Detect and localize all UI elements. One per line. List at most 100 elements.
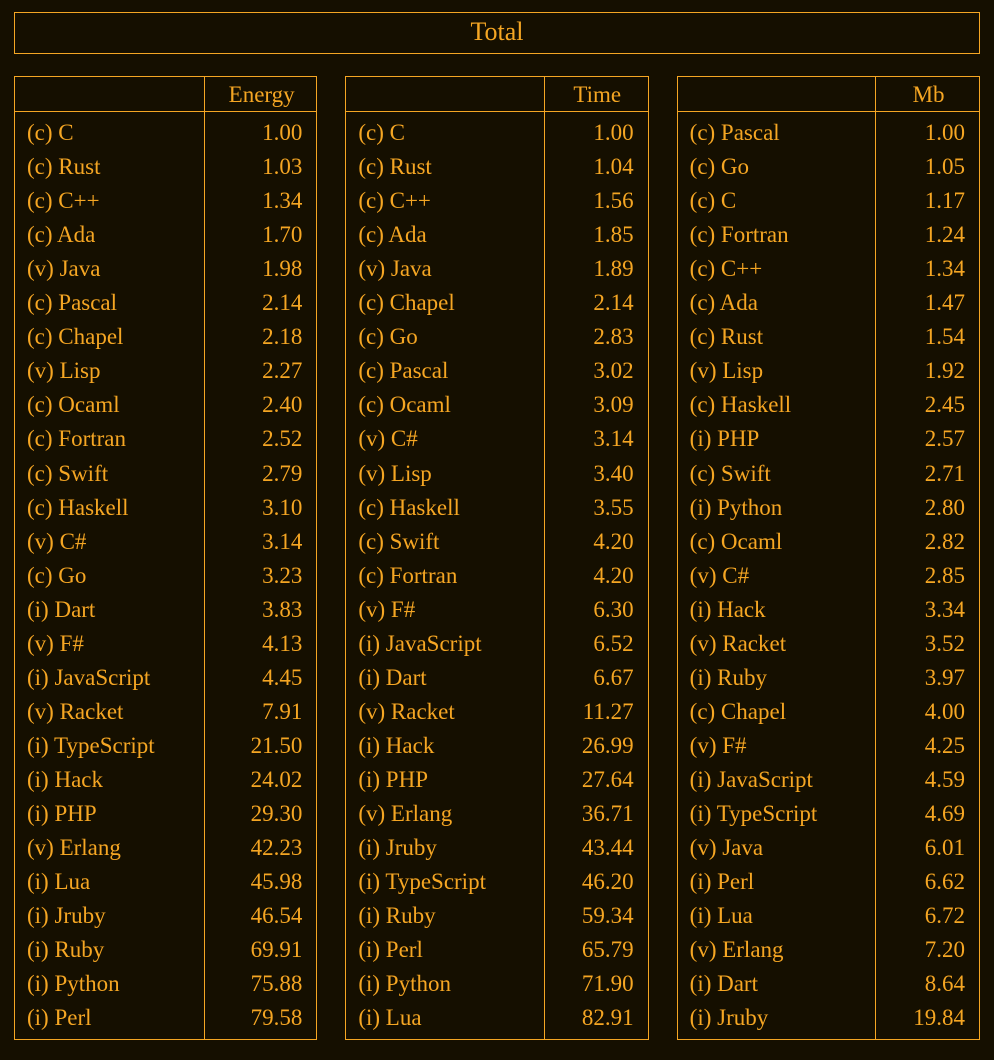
- table-row: (c) Haskell2.45: [677, 388, 979, 422]
- table-row: (c) Chapel2.14: [346, 286, 648, 320]
- value-cell: 2.14: [544, 286, 648, 320]
- table-row: (v) Java6.01: [677, 831, 979, 865]
- lang-cell: (v) F#: [346, 592, 545, 626]
- value-cell: 1.89: [544, 252, 648, 286]
- value-cell: 46.20: [544, 865, 648, 899]
- lang-cell: (i) Jruby: [346, 831, 545, 865]
- value-cell: 36.71: [544, 796, 648, 830]
- table-row: (i) JavaScript6.52: [346, 626, 648, 660]
- value-cell: 4.20: [544, 524, 648, 558]
- table-row: (v) Erlang7.20: [677, 933, 979, 967]
- value-cell: 7.91: [205, 694, 317, 728]
- value-cell: 3.83: [205, 592, 317, 626]
- lang-cell: (c) Rust: [677, 320, 876, 354]
- energy-table: Energy (c) C1.00(c) Rust1.03(c) C++1.34(…: [14, 76, 317, 1040]
- value-cell: 3.52: [876, 626, 980, 660]
- value-cell: 3.14: [205, 524, 317, 558]
- lang-cell: (c) Rust: [15, 150, 205, 184]
- table-row: (v) Erlang42.23: [15, 831, 317, 865]
- lang-cell: (c) Ocaml: [677, 524, 876, 558]
- value-cell: 3.23: [205, 558, 317, 592]
- table-row: (c) Chapel2.18: [15, 320, 317, 354]
- lang-cell: (v) Racket: [346, 694, 545, 728]
- value-cell: 2.79: [205, 456, 317, 490]
- table-row: (v) F#4.13: [15, 626, 317, 660]
- lang-cell: (i) Lua: [677, 899, 876, 933]
- lang-cell: (v) C#: [346, 422, 545, 456]
- value-cell: 4.45: [205, 660, 317, 694]
- table-row: (c) Ocaml2.40: [15, 388, 317, 422]
- lang-cell: (c) Swift: [15, 456, 205, 490]
- lang-cell: (c) Ocaml: [346, 388, 545, 422]
- lang-cell: (c) Haskell: [346, 490, 545, 524]
- table-row: (v) Lisp1.92: [677, 354, 979, 388]
- lang-cell: (v) Racket: [677, 626, 876, 660]
- value-cell: 71.90: [544, 967, 648, 1001]
- table-row: (c) Fortran2.52: [15, 422, 317, 456]
- value-cell: 1.00: [544, 112, 648, 150]
- time-table: Time (c) C1.00(c) Rust1.04(c) C++1.56(c)…: [345, 76, 648, 1040]
- lang-cell: (i) JavaScript: [677, 762, 876, 796]
- value-cell: 43.44: [544, 831, 648, 865]
- value-cell: 1.24: [876, 218, 980, 252]
- table-row: (c) Go3.23: [15, 558, 317, 592]
- table-row: (c) Pascal1.00: [677, 112, 979, 150]
- table-row: (v) C#3.14: [15, 524, 317, 558]
- table-row: (i) JavaScript4.59: [677, 762, 979, 796]
- lang-cell: (c) C++: [677, 252, 876, 286]
- table-row: (i) Perl65.79: [346, 933, 648, 967]
- tables-container: Energy (c) C1.00(c) Rust1.03(c) C++1.34(…: [14, 76, 980, 1040]
- lang-cell: (c) Go: [15, 558, 205, 592]
- value-cell: 82.91: [544, 1001, 648, 1040]
- value-cell: 3.97: [876, 660, 980, 694]
- table-row: (v) F#6.30: [346, 592, 648, 626]
- lang-cell: (i) Lua: [15, 865, 205, 899]
- table-row: (i) Jruby43.44: [346, 831, 648, 865]
- value-cell: 1.47: [876, 286, 980, 320]
- lang-cell: (i) Ruby: [15, 933, 205, 967]
- value-cell: 19.84: [876, 1001, 980, 1040]
- table-row: (c) Ada1.70: [15, 218, 317, 252]
- value-cell: 75.88: [205, 967, 317, 1001]
- value-cell: 42.23: [205, 831, 317, 865]
- table-row: (i) Python71.90: [346, 967, 648, 1001]
- page: Total Energy (c) C1.00(c) Rust1.03(c) C+…: [0, 0, 994, 1060]
- lang-cell: (c) Chapel: [15, 320, 205, 354]
- value-cell: 1.04: [544, 150, 648, 184]
- table-row: (i) Jruby19.84: [677, 1001, 979, 1040]
- mb-table: Mb (c) Pascal1.00(c) Go1.05(c) C1.17(c) …: [677, 76, 980, 1040]
- table-row: (c) Fortran1.24: [677, 218, 979, 252]
- table-row: (i) Lua45.98: [15, 865, 317, 899]
- lang-cell: (c) C++: [15, 184, 205, 218]
- lang-cell: (c) Swift: [346, 524, 545, 558]
- value-cell: 3.34: [876, 592, 980, 626]
- table-row: (c) C1.00: [15, 112, 317, 150]
- value-cell: 1.85: [544, 218, 648, 252]
- table-row: (c) C1.17: [677, 184, 979, 218]
- value-cell: 3.09: [544, 388, 648, 422]
- lang-cell: (c) Rust: [346, 150, 545, 184]
- value-cell: 2.45: [876, 388, 980, 422]
- mb-col-blank: [677, 77, 876, 112]
- lang-cell: (v) F#: [15, 626, 205, 660]
- value-cell: 2.40: [205, 388, 317, 422]
- lang-cell: (c) Fortran: [15, 422, 205, 456]
- value-cell: 1.34: [876, 252, 980, 286]
- lang-cell: (v) Java: [15, 252, 205, 286]
- value-cell: 6.52: [544, 626, 648, 660]
- table-row: (i) Hack3.34: [677, 592, 979, 626]
- lang-cell: (v) C#: [677, 558, 876, 592]
- mb-table-wrap: Mb (c) Pascal1.00(c) Go1.05(c) C1.17(c) …: [677, 76, 980, 1040]
- lang-cell: (i) PHP: [346, 762, 545, 796]
- value-cell: 21.50: [205, 728, 317, 762]
- table-row: (v) Racket11.27: [346, 694, 648, 728]
- table-row: (i) PHP29.30: [15, 796, 317, 830]
- table-row: (i) Perl79.58: [15, 1001, 317, 1040]
- lang-cell: (c) Ada: [677, 286, 876, 320]
- value-cell: 8.64: [876, 967, 980, 1001]
- table-row: (c) Ada1.85: [346, 218, 648, 252]
- lang-cell: (v) Lisp: [15, 354, 205, 388]
- lang-cell: (i) Dart: [677, 967, 876, 1001]
- value-cell: 45.98: [205, 865, 317, 899]
- table-row: (i) TypeScript46.20: [346, 865, 648, 899]
